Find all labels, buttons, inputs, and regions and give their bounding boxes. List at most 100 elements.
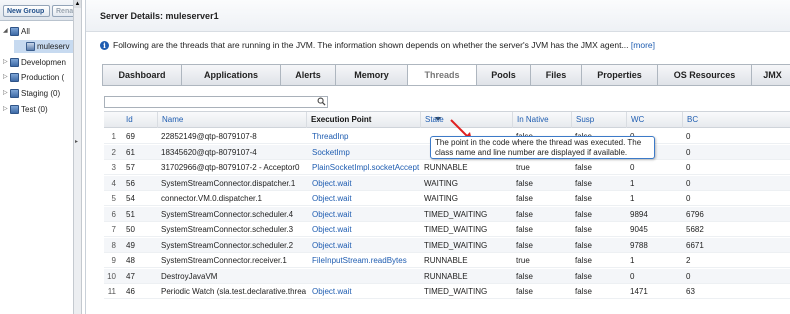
cell-state: RUNNABLE [424,163,468,172]
splitter-grip-icon[interactable]: ▸ [75,138,78,145]
cell-state: TIMED_WAITING [424,240,488,250]
collapse-icon[interactable]: ◢ [3,25,10,38]
column-header-in-native[interactable]: In Native [512,112,549,128]
group-icon [10,89,19,98]
group-icon [10,105,19,114]
cell-id: 47 [126,271,135,281]
tab-properties[interactable]: Properties [581,64,657,86]
expand-icon[interactable]: ▷ [3,87,10,100]
cell-exec[interactable]: Object.wait [312,191,422,206]
tree-item-production[interactable]: ▷ Production ( [3,71,64,84]
row-number: 6 [111,209,116,219]
cell-bc: 63 [686,287,695,296]
cell-exec[interactable]: FileInputStream.readBytes [312,253,422,268]
cell-exec[interactable]: Object.wait [312,207,422,222]
cell-bc: 0 [686,194,691,203]
tab-applications[interactable]: Applications [181,64,280,86]
cell-exec[interactable]: ThreadInp [312,129,422,144]
tab-alerts[interactable]: Alerts [280,64,335,86]
title-bar: Server Details: muleserver1 [86,0,790,32]
rename-button[interactable]: Rena [52,5,73,17]
column-header-susp[interactable]: Susp [571,112,594,128]
tree-item-label: muleserv [37,42,70,51]
cell-id: 69 [126,132,135,141]
cell-wc: 1 [630,256,635,265]
table-row[interactable]: 8 49 SystemStreamConnector.scheduler.2 Obje… [104,237,790,253]
table-row[interactable]: 6 51 SystemStreamConnector.scheduler.4 Obje… [104,206,790,222]
search-input[interactable] [104,96,328,108]
tab-threads[interactable]: Threads [407,64,476,86]
column-header-bc[interactable]: BC [682,112,698,128]
cell-exec[interactable]: PlainSocketImpl.socketAccept [312,160,422,175]
table-row[interactable]: 11 46 Periodic Watch (sla.test.declarative… [104,284,790,299]
row-number: 7 [111,225,116,234]
cell-susp: false [575,271,592,281]
cell-native: false [516,194,533,203]
expand-icon[interactable]: ▷ [3,56,10,69]
row-number: 9 [111,256,116,265]
tree-item-muleserver1[interactable]: muleserv [14,40,73,53]
cell-native: false [516,271,533,281]
tab-os-resources[interactable]: OS Resources [657,64,751,86]
row-number: 3 [111,163,116,172]
cell-exec[interactable]: SocketImp [312,145,422,160]
tree-item-test[interactable]: ▷ Test (0) [3,103,48,116]
cell-bc: 0 [686,178,691,188]
row-number: 11 [107,287,116,296]
table-row[interactable]: 3 57 31702966@qtp-8079107-2 - Acceptor0 Pla… [104,160,790,175]
cell-wc: 0 [630,163,635,172]
tab-files[interactable]: Files [530,64,581,86]
table-row[interactable]: 9 48 SystemStreamConnector.receiver.1 FileI… [104,253,790,268]
row-number: 1 [111,132,116,141]
more-link[interactable]: [more] [631,40,655,50]
search-icon[interactable] [317,97,326,106]
cell-exec[interactable]: Object.wait [312,284,422,299]
table-row[interactable]: 5 54 connector.VM.0.dispatcher.1 Object.wai… [104,191,790,206]
cell-susp: false [575,178,592,188]
cell-wc: 9045 [630,225,648,234]
tree-item-label: Production ( [21,73,65,82]
cell-name: SystemStreamConnector.receiver.1 [161,256,287,265]
column-header-wc[interactable]: WC [626,112,644,128]
cell-native: false [516,209,533,219]
table-row[interactable]: 4 56 SystemStreamConnector.dispatcher.1 Obj… [104,175,790,191]
row-number: 10 [107,271,116,281]
column-header-state[interactable]: State [420,112,444,128]
new-group-button[interactable]: New Group [3,5,50,17]
info-text: Following are the threads that are runni… [113,40,629,50]
cell-bc: 6671 [686,240,704,250]
scroll-up-icon[interactable]: ▲ [74,0,81,8]
tab-jmx[interactable]: JMX [751,64,790,86]
expand-icon[interactable]: ▷ [3,71,10,84]
tree-item-development[interactable]: ▷ Developmen [3,56,66,69]
cell-name: SystemStreamConnector.scheduler.4 [161,209,294,219]
table-row[interactable]: 10 47 DestroyJavaVM RUNNABLE false false 0 0 [104,268,790,284]
cell-name: DestroyJavaVM [161,271,218,281]
cell-state: TIMED_WAITING [424,225,488,234]
cell-exec[interactable]: Object.wait [312,222,422,237]
column-header-name[interactable]: Name [157,112,183,128]
tab-pools[interactable]: Pools [476,64,530,86]
cell-state: TIMED_WAITING [424,287,488,296]
cell-susp: false [575,287,592,296]
sidebar-scrollbar[interactable]: ▲ ▸ [73,0,82,314]
cell-exec[interactable] [312,269,422,284]
tree-item-label: All [21,27,30,36]
table-row[interactable]: 7 50 SystemStreamConnector.scheduler.3 Obje… [104,222,790,237]
column-header-id[interactable]: Id [122,112,133,128]
cell-bc: 2 [686,256,691,265]
tab-dashboard[interactable]: Dashboard [102,64,181,86]
cell-exec[interactable]: Object.wait [312,176,422,191]
tree-item-staging[interactable]: ▷ Staging (0) [3,87,60,100]
tab-memory[interactable]: Memory [335,64,407,86]
info-icon: i [100,41,109,50]
cell-id: 51 [126,209,135,219]
tree-item-all[interactable]: ◢ All [3,25,30,38]
cell-exec[interactable]: Object.wait [312,238,422,253]
cell-name: 18345620@qtp-8079107-4 [161,147,257,157]
cell-name: connector.VM.0.dispatcher.1 [161,194,262,203]
expand-icon[interactable]: ▷ [3,103,10,116]
cell-wc: 1 [630,194,635,203]
group-icon [10,73,19,82]
cell-native: false [516,240,533,250]
